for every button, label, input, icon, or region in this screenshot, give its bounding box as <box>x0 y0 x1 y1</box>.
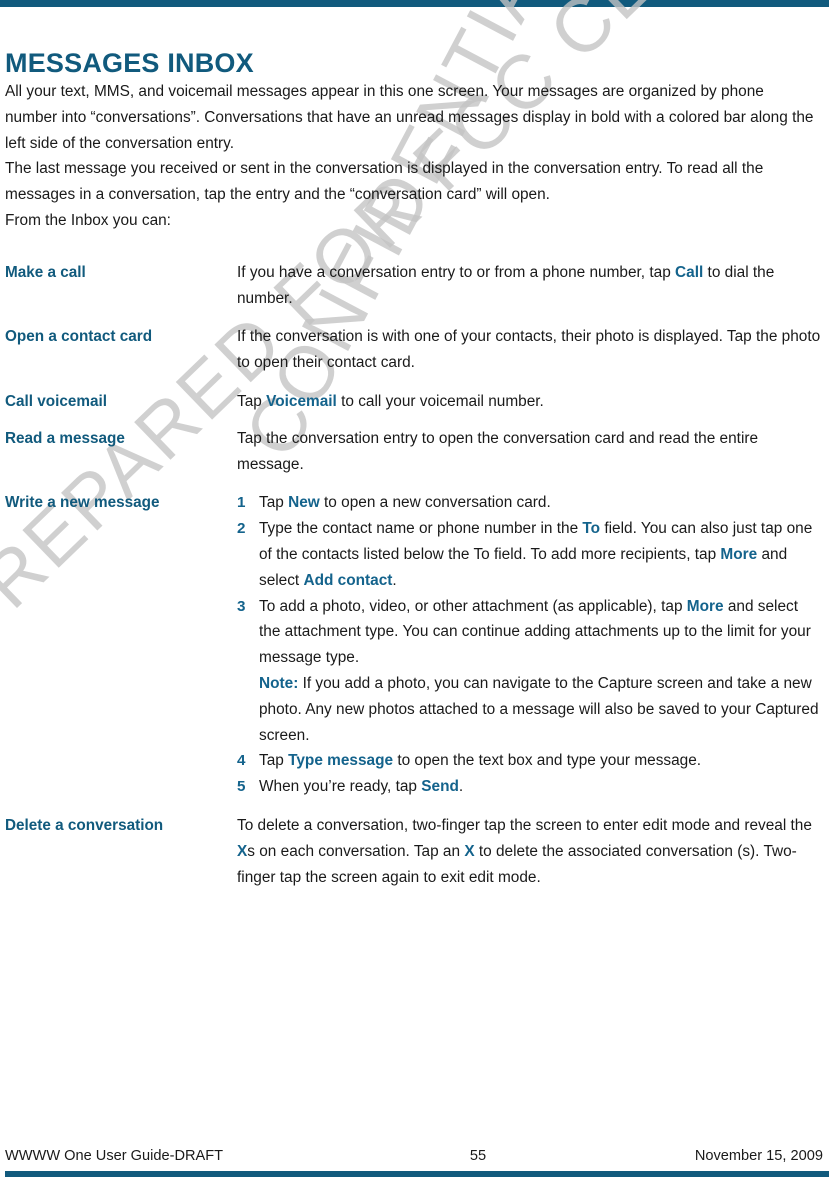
task-definition-list: Make a call If you have a conversation e… <box>5 260 821 891</box>
keyword-voicemail: Voicemail <box>266 392 337 410</box>
step-number: 5 <box>237 778 246 796</box>
keyword-send: Send <box>421 778 459 796</box>
task-term-write-new-message: Write a new message <box>5 494 160 512</box>
task-row-make-a-call: Make a call If you have a conversation e… <box>5 260 821 312</box>
document-page: PREPARED FOR FCC CERTIFICATION CONFIDENT… <box>0 0 829 1189</box>
task-term-make-a-call: Make a call <box>5 263 86 281</box>
step-item-1: 1 Tap New to open a new conversation card… <box>237 490 821 516</box>
task-desc-make-a-call: If you have a conversation entry to or f… <box>237 260 821 312</box>
task-term-read-a-message: Read a message <box>5 429 125 447</box>
footer-date: November 15, 2009 <box>694 1148 823 1164</box>
text-fragment: to open a new conversation card. <box>319 494 551 512</box>
footer-page-number: 55 <box>469 1148 487 1164</box>
text-fragment: Tap <box>259 494 289 512</box>
text-fragment: When you’re ready, tap <box>259 778 422 796</box>
step-number: 4 <box>237 752 246 770</box>
keyword-add-contact: Add contact <box>303 571 393 589</box>
keyword-more: More <box>720 545 758 563</box>
task-desc-delete-conversation: To delete a conversation, two-finger tap… <box>237 813 821 890</box>
text-fragment: If you have a conversation entry to or f… <box>237 263 676 281</box>
text-fragment: . <box>458 778 464 796</box>
step-item-3: 3 To add a photo, video, or other attachm… <box>237 594 821 749</box>
step-item-4: 4 Tap Type message to open the text box a… <box>237 748 821 774</box>
keyword-type-message: Type message <box>288 752 394 770</box>
keyword-more: More <box>686 597 724 615</box>
task-term-delete-conversation: Delete a conversation <box>5 816 164 834</box>
task-desc-write-new-message: 1 Tap New to open a new conversation card… <box>237 490 821 800</box>
task-row-open-contact-card: Open a contact card If the conversation … <box>5 324 821 376</box>
task-row-call-voicemail: Call voicemail Tap Voicemail to call you… <box>5 389 821 415</box>
keyword-call: Call <box>675 263 704 281</box>
task-term-call-voicemail: Call voicemail <box>5 392 108 410</box>
footer-rule <box>5 1171 829 1177</box>
text-fragment: . <box>392 571 397 589</box>
note-label: Note: <box>259 674 299 692</box>
text-fragment: To add a photo, video, or other attachme… <box>259 597 687 615</box>
text-fragment: s on each conversation. Tap an <box>247 842 465 860</box>
footer-row: WWWW One User Guide-DRAFT 55 November 15… <box>5 1148 823 1171</box>
intro-paragraph-1: All your text, MMS, and voicemail messag… <box>5 83 814 152</box>
step-item-2: 2 Type the contact name or phone number i… <box>237 516 821 593</box>
text-fragment: Tap <box>237 392 267 410</box>
step-number: 1 <box>237 494 246 512</box>
footer-document-title: WWWW One User Guide-DRAFT <box>5 1148 224 1164</box>
text-fragment: Tap <box>259 752 289 770</box>
task-desc-call-voicemail: Tap Voicemail to call your voicemail num… <box>237 389 821 415</box>
task-row-read-a-message: Read a message Tap the conversation entr… <box>5 426 821 478</box>
page-footer: WWWW One User Guide-DRAFT 55 November 15… <box>5 1148 829 1177</box>
page-content: MESSAGES INBOX All your text, MMS, and v… <box>5 0 821 903</box>
text-fragment: To delete a conversation, two-finger tap… <box>237 816 812 834</box>
write-message-steps: 1 Tap New to open a new conversation card… <box>237 490 821 800</box>
intro-paragraph-2: The last message you received or sent in… <box>5 160 764 204</box>
keyword-x: X <box>237 842 248 860</box>
task-row-write-new-message: Write a new message 1 Tap New to open a n… <box>5 490 821 800</box>
text-fragment: Type the contact name or phone number in… <box>259 520 583 538</box>
text-fragment: to open the text box and type your messa… <box>393 752 702 770</box>
text-fragment: to call your voicemail number. <box>336 392 544 410</box>
task-desc-open-contact-card: If the conversation is with one of your … <box>237 328 821 372</box>
keyword-to: To <box>582 520 601 538</box>
step-item-5: 5 When you’re ready, tap Send. <box>237 774 821 800</box>
task-row-delete-conversation: Delete a conversation To delete a conver… <box>5 813 821 890</box>
keyword-x: X <box>464 842 475 860</box>
step-number: 2 <box>237 520 246 538</box>
keyword-new: New <box>288 494 320 512</box>
step-number: 3 <box>237 597 246 615</box>
note-text: If you add a photo, you can navigate to … <box>259 674 819 744</box>
page-title: MESSAGES INBOX <box>5 48 254 78</box>
task-term-open-contact-card: Open a contact card <box>5 328 153 346</box>
step-note: Note: If you add a photo, you can naviga… <box>259 671 821 748</box>
task-desc-read-a-message: Tap the conversation entry to open the c… <box>237 429 759 473</box>
intro-paragraph-3: From the Inbox you can: <box>5 211 171 229</box>
